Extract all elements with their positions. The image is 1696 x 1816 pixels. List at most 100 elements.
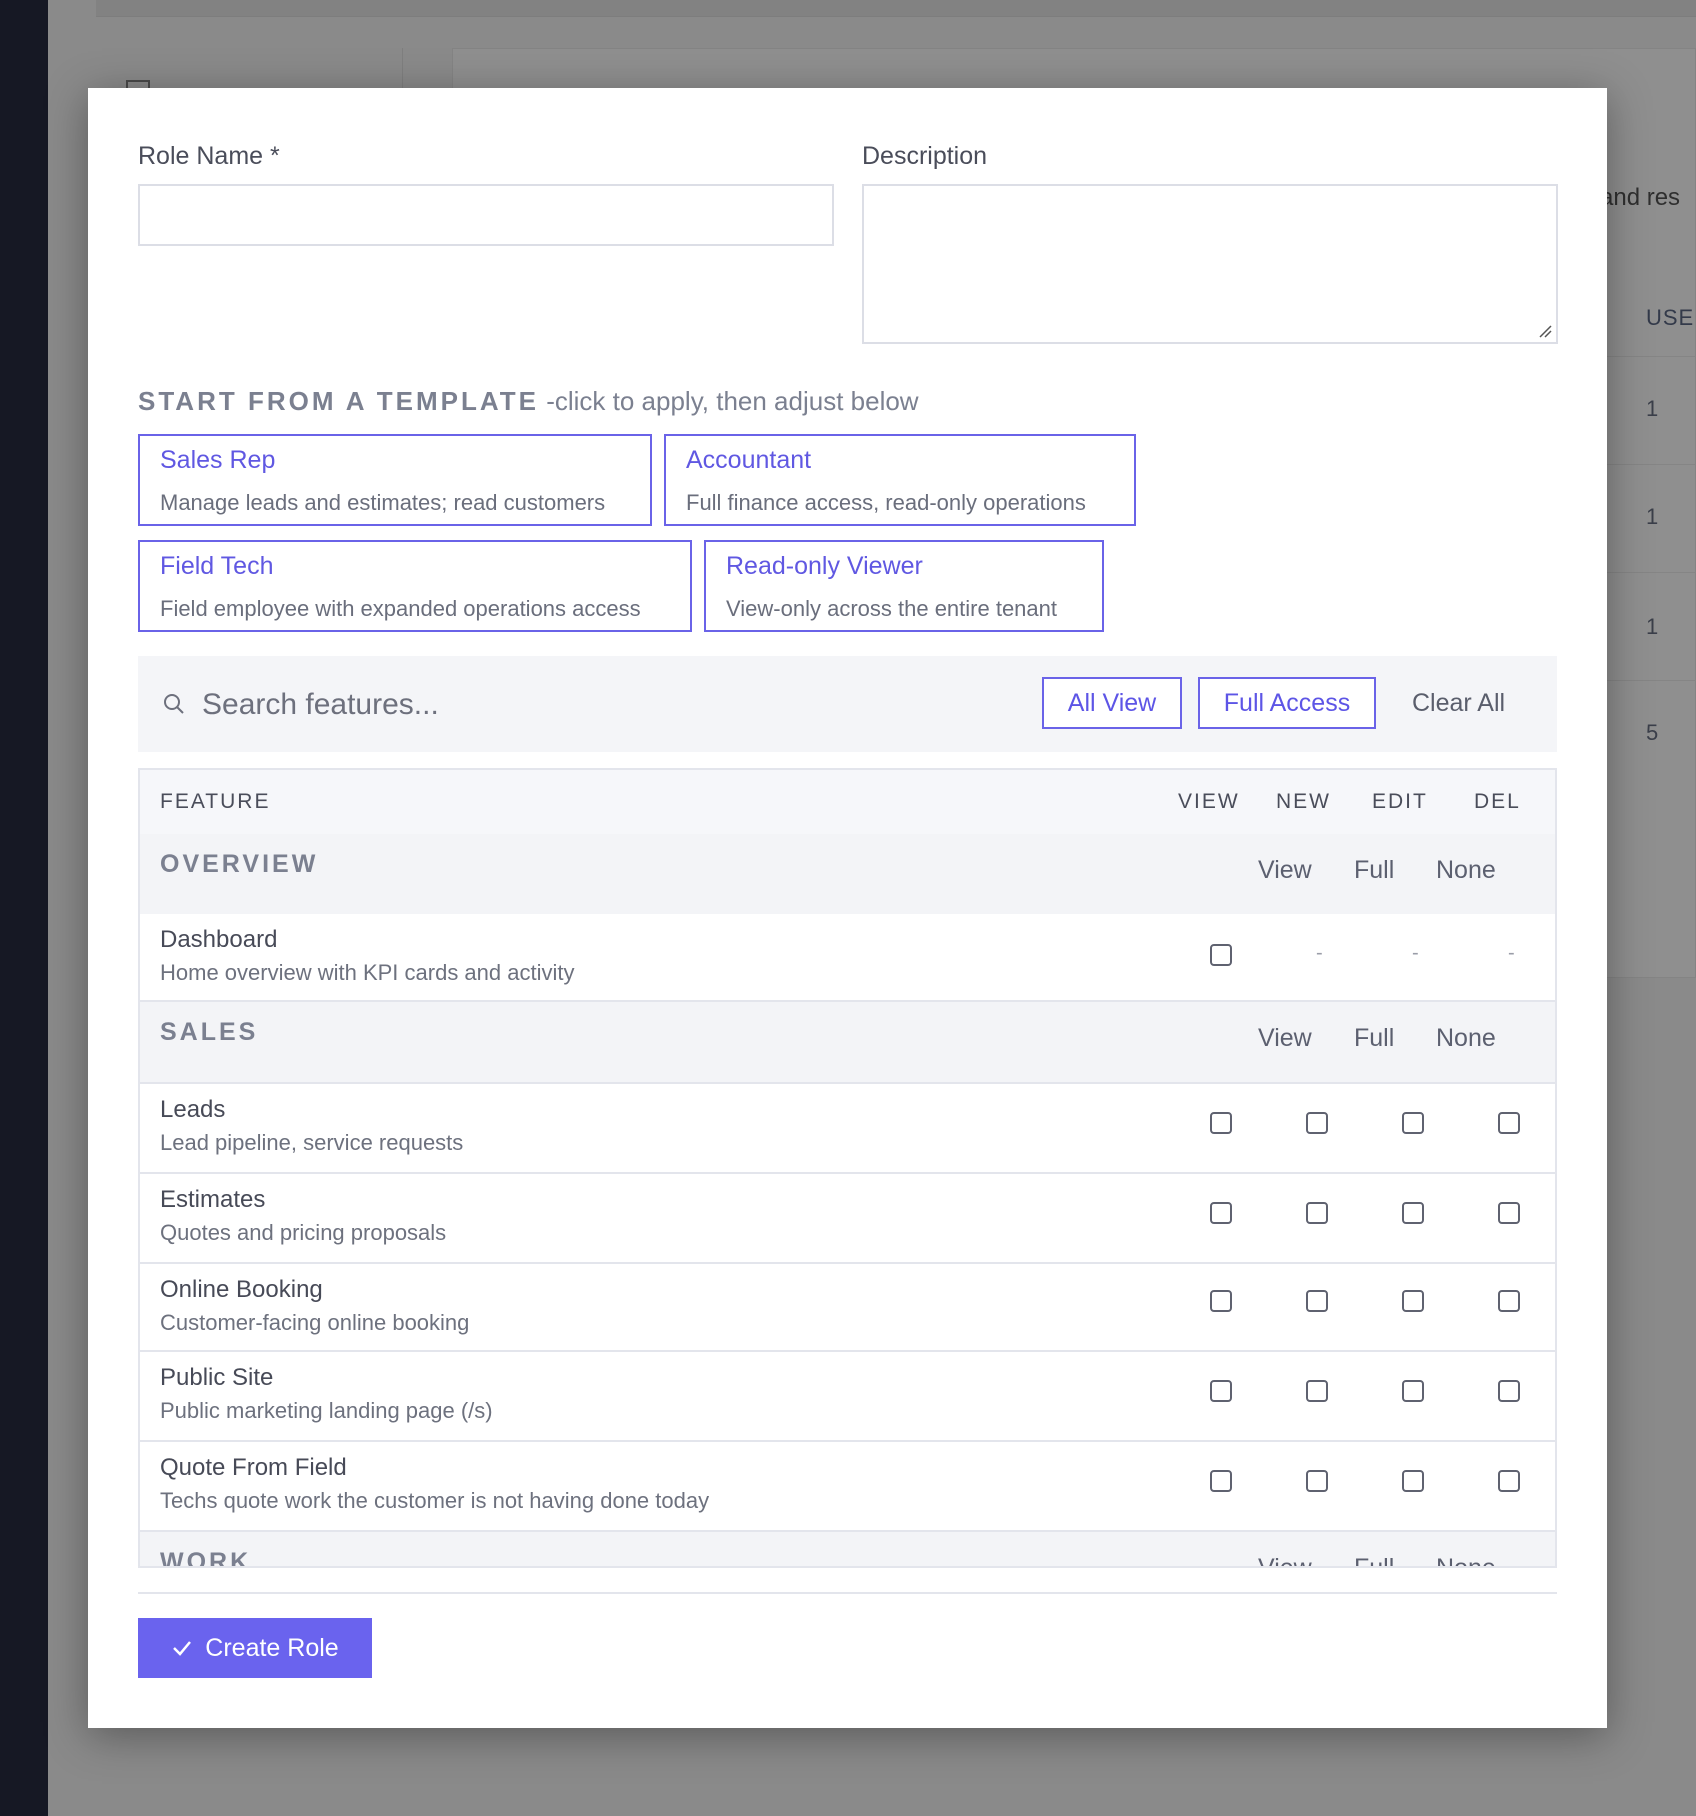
new-checkbox[interactable] [1306, 1470, 1328, 1492]
group-full-button[interactable]: Full [1354, 1024, 1394, 1053]
del-checkbox[interactable] [1498, 1470, 1520, 1492]
feature-description: Home overview with KPI cards and activit… [160, 960, 575, 985]
new-column-header: NEW [1276, 790, 1331, 813]
template-description: Full finance access, read-only operation… [686, 490, 1086, 515]
group-none-button[interactable]: None [1436, 1024, 1496, 1053]
feature-column-header: FEATURE [160, 790, 271, 813]
all-view-button[interactable]: All View [1042, 677, 1182, 729]
user-count: 1 [1646, 396, 1659, 421]
description-textarea[interactable] [862, 184, 1558, 344]
table-row: Online Booking Customer-facing online bo… [140, 1264, 1555, 1352]
view-checkbox[interactable] [1210, 1470, 1232, 1492]
template-heading-title: START FROM A TEMPLATE [138, 386, 539, 416]
group-view-button[interactable]: View [1258, 856, 1312, 885]
table-row: Leads Lead pipeline, service requests [140, 1084, 1555, 1174]
table-header: FEATURE VIEW NEW EDIT DEL [140, 770, 1555, 836]
group-full-button[interactable]: Full [1354, 856, 1394, 885]
del-column-header: DEL [1474, 790, 1521, 813]
edit-checkbox[interactable] [1402, 1470, 1424, 1492]
group-name: WORK [160, 1548, 252, 1568]
role-name-input[interactable] [138, 184, 834, 246]
del-checkbox[interactable] [1498, 1202, 1520, 1224]
full-access-button[interactable]: Full Access [1198, 677, 1376, 729]
not-applicable-dash: - [1412, 942, 1419, 964]
feature-name: Online Booking [160, 1276, 323, 1303]
search-features-input[interactable] [200, 678, 804, 732]
permissions-table: FEATURE VIEW NEW EDIT DEL OVERVIEW View … [138, 768, 1557, 1568]
role-name-label: Role Name * [138, 142, 280, 170]
template-card-read-only-viewer[interactable]: Read-only Viewer View-only across the en… [704, 540, 1104, 632]
table-row: Estimates Quotes and pricing proposals [140, 1174, 1555, 1264]
clear-all-button[interactable]: Clear All [1412, 677, 1505, 729]
new-checkbox[interactable] [1306, 1290, 1328, 1312]
feature-name: Public Site [160, 1364, 274, 1391]
search-icon [164, 694, 184, 714]
del-checkbox[interactable] [1498, 1380, 1520, 1402]
table-row: Dashboard Home overview with KPI cards a… [140, 914, 1555, 1002]
not-applicable-dash: - [1316, 942, 1323, 964]
feature-name: Quote From Field [160, 1454, 347, 1481]
background-page-description: and res [1600, 184, 1681, 211]
view-checkbox[interactable] [1210, 1380, 1232, 1402]
view-checkbox[interactable] [1210, 944, 1232, 966]
footer-divider [138, 1592, 1557, 1594]
template-card-field-tech[interactable]: Field Tech Field employee with expanded … [138, 540, 692, 632]
description-label: Description [862, 142, 988, 170]
edit-checkbox[interactable] [1402, 1380, 1424, 1402]
app-sidebar [0, 0, 48, 1816]
feature-description: Lead pipeline, service requests [160, 1130, 464, 1155]
new-checkbox[interactable] [1306, 1380, 1328, 1402]
edit-checkbox[interactable] [1402, 1112, 1424, 1134]
check-icon [173, 1641, 192, 1656]
create-role-modal: Role Name * Description START FROM A TEM… [88, 88, 1607, 1728]
feature-description: Customer-facing online booking [160, 1310, 470, 1335]
template-description: View-only across the entire tenant [726, 596, 1057, 621]
feature-name: Leads [160, 1096, 226, 1123]
table-row: Public Site Public marketing landing pag… [140, 1352, 1555, 1442]
user-count: 5 [1646, 720, 1659, 745]
group-full-button[interactable]: Full [1354, 1554, 1394, 1566]
create-role-button[interactable]: Create Role [138, 1618, 372, 1678]
view-checkbox[interactable] [1210, 1290, 1232, 1312]
template-description: Field employee with expanded operations … [160, 596, 641, 621]
group-none-button[interactable]: None [1436, 856, 1496, 885]
edit-column-header: EDIT [1372, 790, 1428, 813]
feature-description: Techs quote work the customer is not hav… [160, 1488, 710, 1513]
resize-handle-icon[interactable] [1538, 324, 1552, 338]
new-checkbox[interactable] [1306, 1112, 1328, 1134]
del-checkbox[interactable] [1498, 1112, 1520, 1134]
group-view-button[interactable]: View [1258, 1024, 1312, 1053]
app-topbar [96, 0, 1696, 17]
template-title: Accountant [686, 446, 812, 474]
users-column-header: USE [1646, 305, 1695, 330]
edit-checkbox[interactable] [1402, 1202, 1424, 1224]
permissions-toolbar: All View Full Access Clear All [138, 656, 1557, 752]
create-role-label: Create Role [205, 1633, 339, 1662]
template-heading-hint: -click to apply, then adjust below [546, 386, 919, 416]
edit-checkbox[interactable] [1402, 1290, 1424, 1312]
feature-name: Dashboard [160, 926, 278, 953]
view-column-header: VIEW [1178, 790, 1240, 813]
template-heading: START FROM A TEMPLATE -click to apply, t… [138, 386, 919, 417]
feature-name: Estimates [160, 1186, 266, 1213]
not-applicable-dash: - [1508, 942, 1515, 964]
template-card-accountant[interactable]: Accountant Full finance access, read-onl… [664, 434, 1136, 526]
view-checkbox[interactable] [1210, 1112, 1232, 1134]
group-view-button[interactable]: View [1258, 1554, 1312, 1566]
template-title: Field Tech [160, 552, 274, 580]
template-description: Manage leads and estimates; read custome… [160, 490, 606, 515]
user-count: 1 [1646, 614, 1659, 639]
template-card-sales-rep[interactable]: Sales Rep Manage leads and estimates; re… [138, 434, 652, 526]
view-checkbox[interactable] [1210, 1202, 1232, 1224]
user-count: 1 [1646, 504, 1659, 529]
group-row-work: WORK View Full None [140, 1532, 1555, 1568]
table-row: Quote From Field Techs quote work the cu… [140, 1442, 1555, 1532]
new-checkbox[interactable] [1306, 1202, 1328, 1224]
template-title: Read-only Viewer [726, 552, 923, 580]
group-name: OVERVIEW [160, 850, 319, 878]
feature-description: Quotes and pricing proposals [160, 1220, 447, 1245]
group-none-button[interactable]: None [1436, 1554, 1496, 1566]
del-checkbox[interactable] [1498, 1290, 1520, 1312]
group-row-sales: SALES View Full None [140, 1002, 1555, 1084]
group-name: SALES [160, 1018, 259, 1046]
